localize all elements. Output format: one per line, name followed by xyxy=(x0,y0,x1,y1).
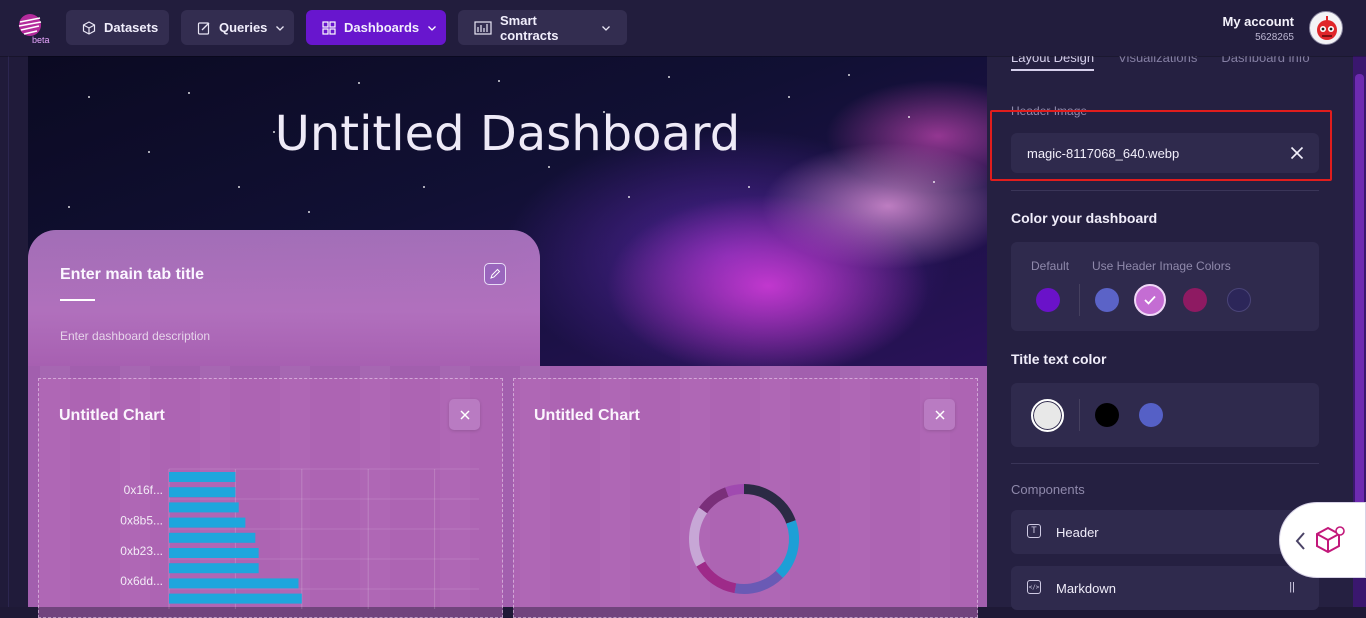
left-gutter xyxy=(0,56,28,607)
nav-smart-contracts-label: Smart contracts xyxy=(500,12,559,43)
bar[interactable] xyxy=(169,593,302,604)
check-icon xyxy=(1144,295,1156,305)
y-tick-label: 0x6dd... xyxy=(120,574,163,588)
scrollbar-thumb[interactable] xyxy=(1355,74,1364,554)
bar[interactable] xyxy=(169,502,239,513)
nav-datasets-label: Datasets xyxy=(104,20,159,35)
bar[interactable] xyxy=(169,532,256,543)
contract-chart-icon xyxy=(474,20,492,35)
default-label: Default xyxy=(1031,259,1070,273)
close-icon xyxy=(459,409,470,420)
bar[interactable] xyxy=(169,472,236,482)
color-options-box: Default Use Header Image Colors xyxy=(1011,242,1319,331)
account-label: My account xyxy=(1222,14,1294,29)
header-colors-label: Use Header Image Colors xyxy=(1092,259,1231,273)
component-name: Header xyxy=(1056,525,1099,540)
title-swatch-blue[interactable] xyxy=(1139,403,1163,427)
divider xyxy=(1079,284,1080,316)
donut-slice[interactable] xyxy=(743,484,796,524)
component-markdown[interactable]: </> Markdown || xyxy=(1011,566,1319,610)
remove-chart-button[interactable] xyxy=(924,399,955,430)
chart-title[interactable]: Untitled Chart xyxy=(59,407,165,425)
title-color-heading: Title text color xyxy=(1011,351,1107,367)
donut-slice[interactable] xyxy=(775,520,799,578)
pencil-icon xyxy=(490,268,501,279)
component-name: Markdown xyxy=(1056,581,1116,596)
nav-queries-button[interactable]: Queries xyxy=(181,10,294,45)
title-underline xyxy=(60,299,95,301)
app-logo[interactable]: beta xyxy=(10,12,54,46)
remove-chart-button[interactable] xyxy=(449,399,480,430)
main-tab-title[interactable]: Enter main tab title xyxy=(60,266,204,284)
edit-title-button[interactable] xyxy=(484,263,506,285)
swatch-color-2-selected[interactable] xyxy=(1134,284,1166,316)
bar[interactable] xyxy=(169,517,246,528)
divider xyxy=(1011,463,1319,464)
chart-card-donut[interactable]: Untitled Chart xyxy=(513,378,978,618)
bar[interactable] xyxy=(169,548,259,558)
donut-chart xyxy=(689,484,799,594)
highlight-box xyxy=(990,110,1332,181)
cube-icon xyxy=(82,20,96,35)
swatch-color-1[interactable] xyxy=(1095,288,1119,312)
title-swatch-black[interactable] xyxy=(1095,403,1119,427)
beta-badge: beta xyxy=(32,35,50,45)
floating-toggle-button[interactable] xyxy=(1279,502,1366,578)
dashboard-grid: Untitled Chart 0x16f... 0x8b5... 0xb23... 0… xyxy=(28,366,987,618)
y-tick-label: 0x16f... xyxy=(124,483,163,497)
swatch-default[interactable] xyxy=(1036,288,1060,312)
component-header[interactable]: T Header xyxy=(1011,510,1319,554)
drag-handle-icon[interactable]: || xyxy=(1289,581,1295,593)
components-label: Components xyxy=(1011,482,1085,497)
nav-dashboards-label: Dashboards xyxy=(344,20,420,35)
title-color-box xyxy=(1011,383,1319,447)
chart-title[interactable]: Untitled Chart xyxy=(534,407,640,425)
main-tab-card: Enter main tab title Enter dashboard des… xyxy=(28,230,540,366)
y-tick-label: 0xb23... xyxy=(120,544,163,558)
edit-doc-icon xyxy=(197,21,210,35)
donut-slice[interactable] xyxy=(696,561,737,594)
nav-queries-label: Queries xyxy=(219,20,268,35)
nav-datasets-button[interactable]: Datasets xyxy=(66,10,169,45)
code-icon: </> xyxy=(1027,580,1041,594)
bar[interactable] xyxy=(169,487,236,498)
donut-slice[interactable] xyxy=(734,570,783,594)
chevron-down-icon xyxy=(428,25,437,31)
donut-slice[interactable] xyxy=(689,507,708,567)
avatar[interactable] xyxy=(1309,11,1343,45)
chevron-down-icon xyxy=(276,25,285,31)
title-swatch-white-selected[interactable] xyxy=(1031,399,1064,432)
chart-card-bar[interactable]: Untitled Chart 0x16f... 0x8b5... 0xb23... 0… xyxy=(38,378,503,618)
nav-smart-contracts-button[interactable]: Smart contracts xyxy=(458,10,627,45)
color-heading: Color your dashboard xyxy=(1011,210,1158,226)
dashboard-description[interactable]: Enter dashboard description xyxy=(60,329,210,343)
bar-chart: 0x16f... 0x8b5... 0xb23... 0x6dd... xyxy=(120,468,479,609)
chevron-down-icon xyxy=(602,25,610,31)
divider xyxy=(1011,190,1319,191)
donut-slice[interactable] xyxy=(725,484,745,497)
divider xyxy=(1079,399,1080,431)
grid-icon xyxy=(322,20,336,35)
account-id: 5628265 xyxy=(1255,32,1294,43)
account-menu[interactable]: My account 5628265 xyxy=(1222,14,1294,43)
swatch-color-4[interactable] xyxy=(1227,288,1251,312)
nav-dashboards-button[interactable]: Dashboards xyxy=(306,10,446,45)
chevron-left-icon xyxy=(1295,532,1305,550)
y-tick-label: 0x8b5... xyxy=(120,513,163,527)
close-icon xyxy=(934,409,945,420)
donut-slice[interactable] xyxy=(698,487,729,514)
bar[interactable] xyxy=(169,578,299,589)
swatch-color-3[interactable] xyxy=(1183,288,1207,312)
cube-logo-icon xyxy=(1316,526,1345,554)
top-navbar: beta Datasets Queries Dashboards Smart c… xyxy=(0,0,1366,56)
bar[interactable] xyxy=(169,563,259,574)
text-icon: T xyxy=(1027,524,1041,538)
dashboard-title[interactable]: Untitled Dashboard xyxy=(28,106,987,162)
